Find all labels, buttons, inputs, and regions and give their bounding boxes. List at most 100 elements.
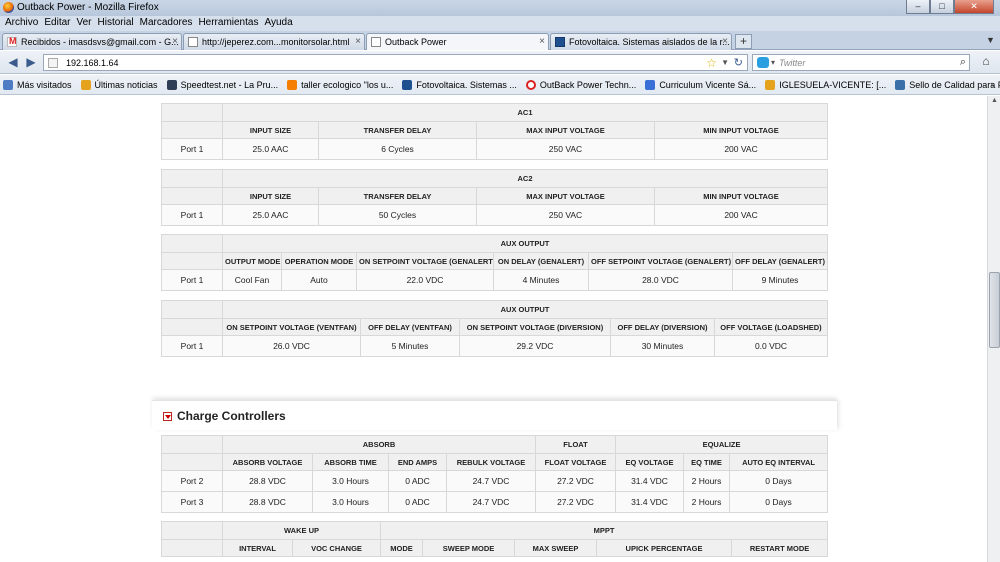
table-row: Port 1 26.0 VDC 5 Minutes 29.2 VDC 30 Mi… xyxy=(161,335,828,357)
row-label: Port 1 xyxy=(161,204,223,226)
vertical-scrollbar[interactable]: ▲ xyxy=(987,96,1000,562)
ac2-title: AC2 xyxy=(221,169,829,188)
bookmark-fotovoltaica[interactable]: Fotovoltaica. Sistemas ... xyxy=(402,79,517,90)
scroll-up-arrow-icon[interactable]: ▲ xyxy=(989,97,1000,108)
table-cell: Cool Fan xyxy=(222,269,282,291)
table-corner xyxy=(161,539,223,557)
table-corner xyxy=(161,103,223,122)
column-header: OFF DELAY (GENALERT) xyxy=(731,252,829,270)
table-cell: 200 VAC xyxy=(653,204,829,226)
row-label: Port 3 xyxy=(161,491,223,513)
tab-label: Recibidos - imasdsvs@gmail.com - G... xyxy=(21,37,179,47)
bookmark-label: taller ecologico "los u... xyxy=(301,79,394,90)
bookmark-label: OutBack Power Techn... xyxy=(539,79,637,90)
gmail-icon xyxy=(7,36,17,47)
close-tab-icon[interactable]: × xyxy=(539,36,545,47)
menu-herramientas[interactable]: Herramientas xyxy=(196,16,262,31)
site-identity-icon[interactable] xyxy=(48,58,58,68)
bookmark-curriculum[interactable]: Curriculum Vicente Sá... xyxy=(645,79,757,90)
bookmark-outback[interactable]: OutBack Power Techn... xyxy=(525,79,637,90)
bookmark-label: Curriculum Vicente Sá... xyxy=(659,79,757,90)
maximize-button[interactable]: □ xyxy=(930,0,954,14)
table-cell: 0 Days xyxy=(729,491,829,513)
menu-marcadores[interactable]: Marcadores xyxy=(138,16,197,31)
bookmark-taller-ecologico[interactable]: taller ecologico "los u... xyxy=(287,79,394,90)
scrollbar-thumb[interactable] xyxy=(989,272,1000,348)
bookmark-label: Sello de Calidad para P... xyxy=(909,79,1000,90)
tab-jeperez[interactable]: http://jeperez.com...monitorsolar.html × xyxy=(183,33,365,50)
search-engine-dropdown-icon[interactable]: ▾ xyxy=(771,58,775,67)
forward-button[interactable]: ▶ xyxy=(23,55,39,70)
search-box[interactable]: ▾ Twitter ⌕ xyxy=(752,54,970,71)
menu-ayuda[interactable]: Ayuda xyxy=(262,16,296,31)
group-header-mppt: MPPT xyxy=(380,521,829,540)
table-corner xyxy=(161,300,223,319)
bookmark-speedtest[interactable]: Speedtest.net - La Pru... xyxy=(166,79,279,90)
table-cell: 22.0 VDC xyxy=(356,269,494,291)
url-text[interactable]: 192.168.1.64 xyxy=(66,58,119,68)
group-header-equalize: EQUALIZE xyxy=(615,435,829,454)
tab-fotovoltaica[interactable]: Fotovoltaica. Sistemas aislados de la r.… xyxy=(550,33,732,50)
close-window-button[interactable]: ✕ xyxy=(954,0,994,14)
close-tab-icon[interactable]: × xyxy=(355,36,361,47)
column-header: INPUT SIZE xyxy=(222,121,319,139)
bookmark-star-icon[interactable]: ☆ xyxy=(706,56,717,70)
ac2-table: AC2 INPUT SIZE TRANSFER DELAY MAX INPUT … xyxy=(161,169,829,226)
group-header-float: FLOAT xyxy=(535,435,617,454)
firefox-icon[interactable] xyxy=(3,2,14,13)
bookmark-mas-visitados[interactable]: Más visitados xyxy=(3,79,72,90)
twitter-icon[interactable] xyxy=(757,57,769,68)
url-dropdown-icon[interactable]: ▼ xyxy=(721,58,729,67)
charge-controllers-section-header[interactable]: Charge Controllers xyxy=(152,400,837,430)
close-tab-icon[interactable]: × xyxy=(172,36,178,47)
table-corner xyxy=(161,453,223,471)
menu-editar[interactable]: Editar xyxy=(42,16,74,31)
menu-historial[interactable]: Historial xyxy=(96,16,138,31)
table-corner xyxy=(161,252,223,270)
title-bar: Outback Power - Mozilla Firefox – □ ✕ xyxy=(0,0,1000,16)
page-icon xyxy=(188,37,198,47)
table-corner xyxy=(161,169,223,188)
column-header: END AMPS xyxy=(388,453,447,471)
table-cell: 25.0 AAC xyxy=(222,204,319,226)
table-cell: 26.0 VDC xyxy=(222,335,361,357)
row-label: Port 2 xyxy=(161,470,223,492)
column-header: OFF VOLTAGE (LOADSHED) xyxy=(714,318,828,336)
search-placeholder[interactable]: Twitter xyxy=(779,58,805,68)
bookmark-sello-calidad[interactable]: Sello de Calidad para P... xyxy=(895,79,1000,90)
table-cell: 250 VAC xyxy=(476,204,655,226)
list-tabs-icon[interactable]: ▼ xyxy=(986,35,995,45)
more-bookmarks-icon[interactable]: » xyxy=(990,79,995,89)
back-button[interactable]: ◀ xyxy=(5,55,21,70)
table-cell: 24.7 VDC xyxy=(445,491,537,513)
search-icon[interactable]: ⌕ xyxy=(960,56,966,69)
menu-archivo[interactable]: Archivo xyxy=(3,16,42,31)
tab-outback-power[interactable]: Outback Power × xyxy=(366,33,549,50)
close-tab-icon[interactable]: × xyxy=(722,36,728,47)
table-corner xyxy=(161,435,223,454)
aux2-title: AUX OUTPUT xyxy=(222,300,828,319)
bookmark-label: Speedtest.net - La Pru... xyxy=(180,79,279,90)
menu-ver[interactable]: Ver xyxy=(74,16,95,31)
table-cell: 4 Minutes xyxy=(493,269,589,291)
column-header: OPERATION MODE xyxy=(281,252,357,270)
bookmark-ultimas-noticias[interactable]: Últimas noticias xyxy=(80,79,158,90)
blogger-icon xyxy=(287,79,298,90)
tab-gmail[interactable]: Recibidos - imasdsvs@gmail.com - G... × xyxy=(2,33,182,50)
collapse-toggle-icon[interactable] xyxy=(163,412,172,421)
aux-output-ventfan-table: AUX OUTPUT ON SETPOINT VOLTAGE (VENTFAN)… xyxy=(161,300,828,357)
navigation-bar: ◀ ▶ 192.168.1.64 ☆ ▼ ↻ ▾ Twitter ⌕ ⌂ xyxy=(0,51,1000,74)
menu-bar: Archivo Editar Ver Historial Marcadores … xyxy=(0,16,1000,31)
new-tab-button[interactable]: + xyxy=(735,34,752,49)
minimize-button[interactable]: – xyxy=(906,0,930,14)
table-cell: 27.2 VDC xyxy=(535,470,617,492)
address-bar[interactable]: 192.168.1.64 ☆ ▼ ↻ xyxy=(43,54,748,71)
column-header: UPICK PERCENTAGE xyxy=(596,539,733,557)
reload-icon[interactable]: ↻ xyxy=(734,56,743,69)
home-icon[interactable]: ⌂ xyxy=(978,55,994,70)
table-row: Port 1 Cool Fan Auto 22.0 VDC 4 Minutes … xyxy=(161,269,829,291)
bookmark-iglesuela[interactable]: IGLESUELA-VICENTE: [... xyxy=(765,79,886,90)
table-cell: 50 Cycles xyxy=(318,204,477,226)
table-row: Port 1 25.0 AAC 50 Cycles 250 VAC 200 VA… xyxy=(161,204,829,226)
tab-label: Outback Power xyxy=(385,37,447,47)
